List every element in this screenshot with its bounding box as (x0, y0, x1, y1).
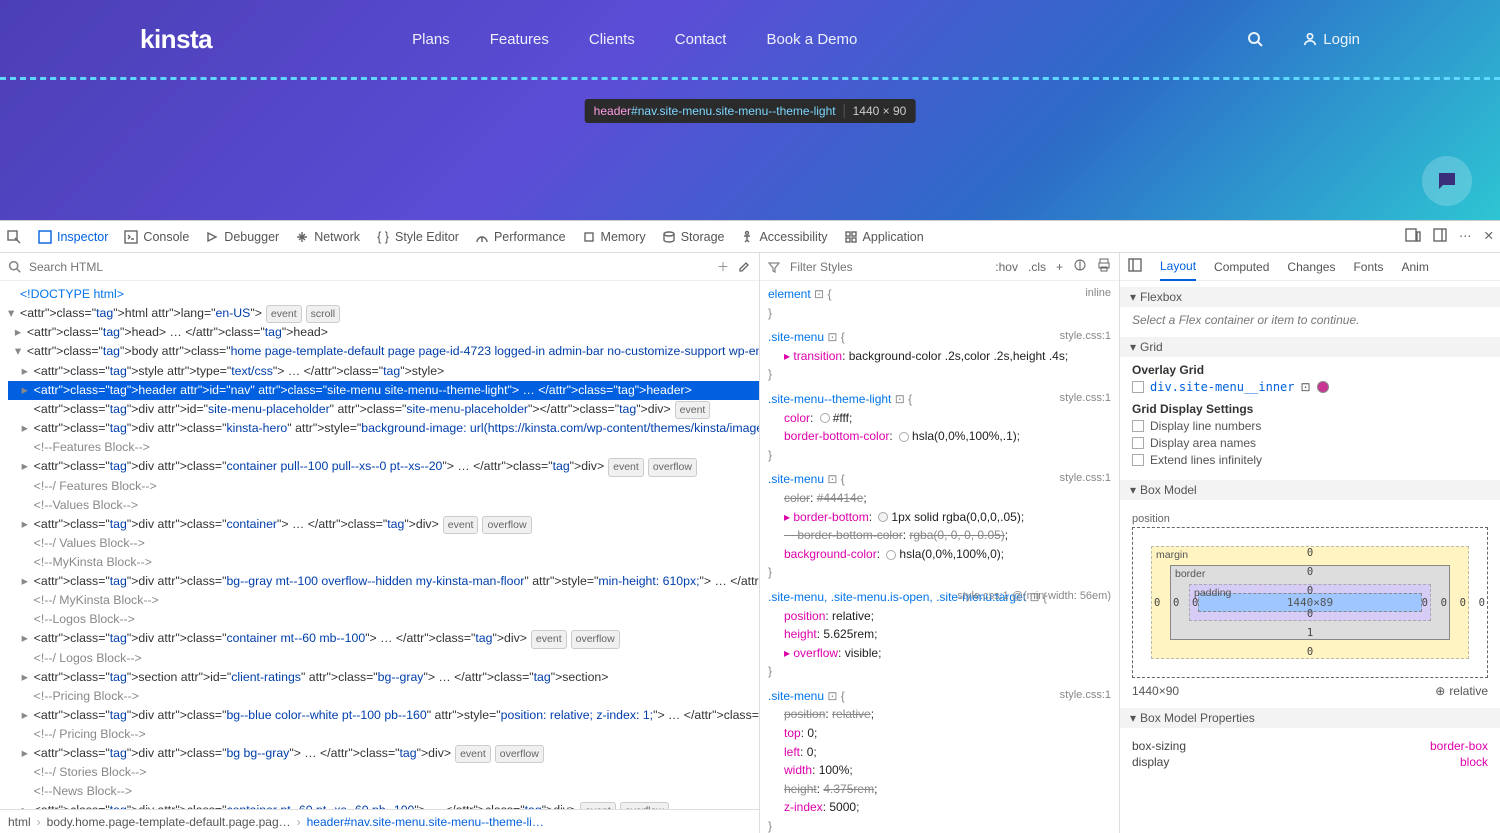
eyedropper-icon[interactable] (737, 258, 751, 275)
tab-storage[interactable]: Storage (662, 230, 725, 244)
boxmodel-position-value: ⊕relative (1435, 684, 1488, 698)
inspected-page-preview: kinsta Plans Features Clients Contact Bo… (0, 0, 1500, 220)
grid-section-header[interactable]: ▾ Grid (1120, 337, 1500, 357)
lt-animations[interactable]: Anim (1401, 254, 1428, 280)
tab-network[interactable]: Network (295, 230, 360, 244)
dock-side-icon[interactable] (1433, 228, 1447, 245)
nav-plans[interactable]: Plans (412, 31, 450, 48)
lt-computed[interactable]: Computed (1214, 254, 1269, 280)
box-props-section-header[interactable]: ▾ Box Model Properties (1120, 708, 1500, 728)
toggle-sidebar-icon[interactable] (1128, 258, 1142, 275)
flexbox-empty-msg: Select a Flex container or item to conti… (1130, 307, 1490, 337)
grid-opt-line-numbers[interactable]: Display line numbers (1132, 419, 1488, 433)
close-devtools-icon[interactable]: ✕ (1484, 228, 1494, 245)
site-nav: Plans Features Clients Contact Book a De… (412, 31, 857, 48)
dom-search-input[interactable] (29, 260, 709, 274)
add-node-button[interactable]: ＋ (717, 258, 729, 275)
filter-styles-input[interactable] (790, 260, 985, 274)
tab-application[interactable]: Application (844, 230, 924, 244)
nav-book-demo[interactable]: Book a Demo (766, 31, 857, 48)
grid-color-swatch[interactable] (1317, 381, 1329, 393)
styles-rules[interactable]: inlineelement ⊡ {}style.css:1.site-menu … (760, 281, 1119, 833)
overlay-grid-label: Overlay Grid (1132, 363, 1488, 377)
hov-toggle[interactable]: :hov (995, 260, 1018, 274)
tab-performance[interactable]: Performance (475, 230, 566, 244)
flexbox-section-header[interactable]: ▾ Flexbox (1120, 287, 1500, 307)
grid-opt-area-names[interactable]: Display area names (1132, 436, 1488, 450)
devtools: Inspector Console Debugger Network { }St… (0, 220, 1500, 833)
highlight-icon[interactable]: ⊡ (1301, 380, 1311, 394)
tab-console[interactable]: Console (124, 230, 189, 244)
boxmodel-dims: 1440×90 (1132, 684, 1179, 698)
box-model-diagram: position 0 margin 0000 border 0100 paddi… (1130, 506, 1490, 708)
tab-debugger[interactable]: Debugger (205, 230, 279, 244)
nav-clients[interactable]: Clients (589, 31, 635, 48)
new-rule-button[interactable]: + (1056, 260, 1063, 274)
print-media-icon[interactable] (1097, 258, 1111, 275)
responsive-mode-icon[interactable] (1405, 228, 1421, 245)
devtools-tabs: Inspector Console Debugger Network { }St… (0, 221, 1500, 253)
layout-panel-tabs: Layout Computed Changes Fonts Anim (1120, 253, 1500, 281)
tab-accessibility[interactable]: Accessibility (740, 230, 827, 244)
chat-widget-icon[interactable] (1422, 156, 1472, 206)
dom-breadcrumbs[interactable]: html› body.home.page-template-default.pa… (0, 809, 759, 833)
layout-panel: Layout Computed Changes Fonts Anim ▾ Fle… (1120, 253, 1500, 833)
styles-toolbar: :hov .cls + (760, 253, 1119, 281)
element-inspect-tooltip: header#nav.site-menu.site-menu--theme-li… (585, 99, 916, 123)
grid-settings-label: Grid Display Settings (1132, 402, 1488, 416)
prop-row: box-sizingborder-box (1132, 738, 1488, 754)
lt-changes[interactable]: Changes (1287, 254, 1335, 280)
tab-memory[interactable]: Memory (582, 230, 646, 244)
search-icon[interactable] (1247, 31, 1263, 47)
nav-contact[interactable]: Contact (675, 31, 727, 48)
dom-tree[interactable]: <!DOCTYPE html>▾<attr">class="tag">html … (0, 281, 759, 809)
layout-body: ▾ Flexbox Select a Flex container or ite… (1120, 281, 1500, 833)
tab-inspector[interactable]: Inspector (38, 230, 108, 244)
boxmodel-section-header[interactable]: ▾ Box Model (1120, 480, 1500, 500)
more-options-icon[interactable]: ⋯ (1459, 228, 1472, 245)
light-dark-icon[interactable] (1073, 258, 1087, 275)
nav-features[interactable]: Features (490, 31, 549, 48)
site-header: kinsta Plans Features Clients Contact Bo… (0, 0, 1500, 80)
element-picker-icon[interactable] (6, 229, 22, 245)
styles-panel: :hov .cls + inlineelement ⊡ {}style.css:… (760, 253, 1120, 833)
dom-search-bar: ＋ (0, 253, 759, 281)
grid-overlay-item[interactable]: div.site-menu__inner ⊡ (1132, 380, 1488, 394)
tab-style-editor[interactable]: { }Style Editor (376, 230, 459, 244)
search-icon (8, 260, 21, 273)
grid-opt-extend-lines[interactable]: Extend lines infinitely (1132, 453, 1488, 467)
lt-layout[interactable]: Layout (1160, 253, 1196, 281)
kinsta-logo[interactable]: kinsta (140, 24, 212, 55)
lt-fonts[interactable]: Fonts (1353, 254, 1383, 280)
filter-icon (768, 261, 780, 273)
prop-row: displayblock (1132, 754, 1488, 770)
login-link[interactable]: Login (1303, 31, 1360, 48)
dom-panel: ＋ <!DOCTYPE html>▾<attr">class="tag">htm… (0, 253, 760, 833)
cls-toggle[interactable]: .cls (1028, 260, 1046, 274)
